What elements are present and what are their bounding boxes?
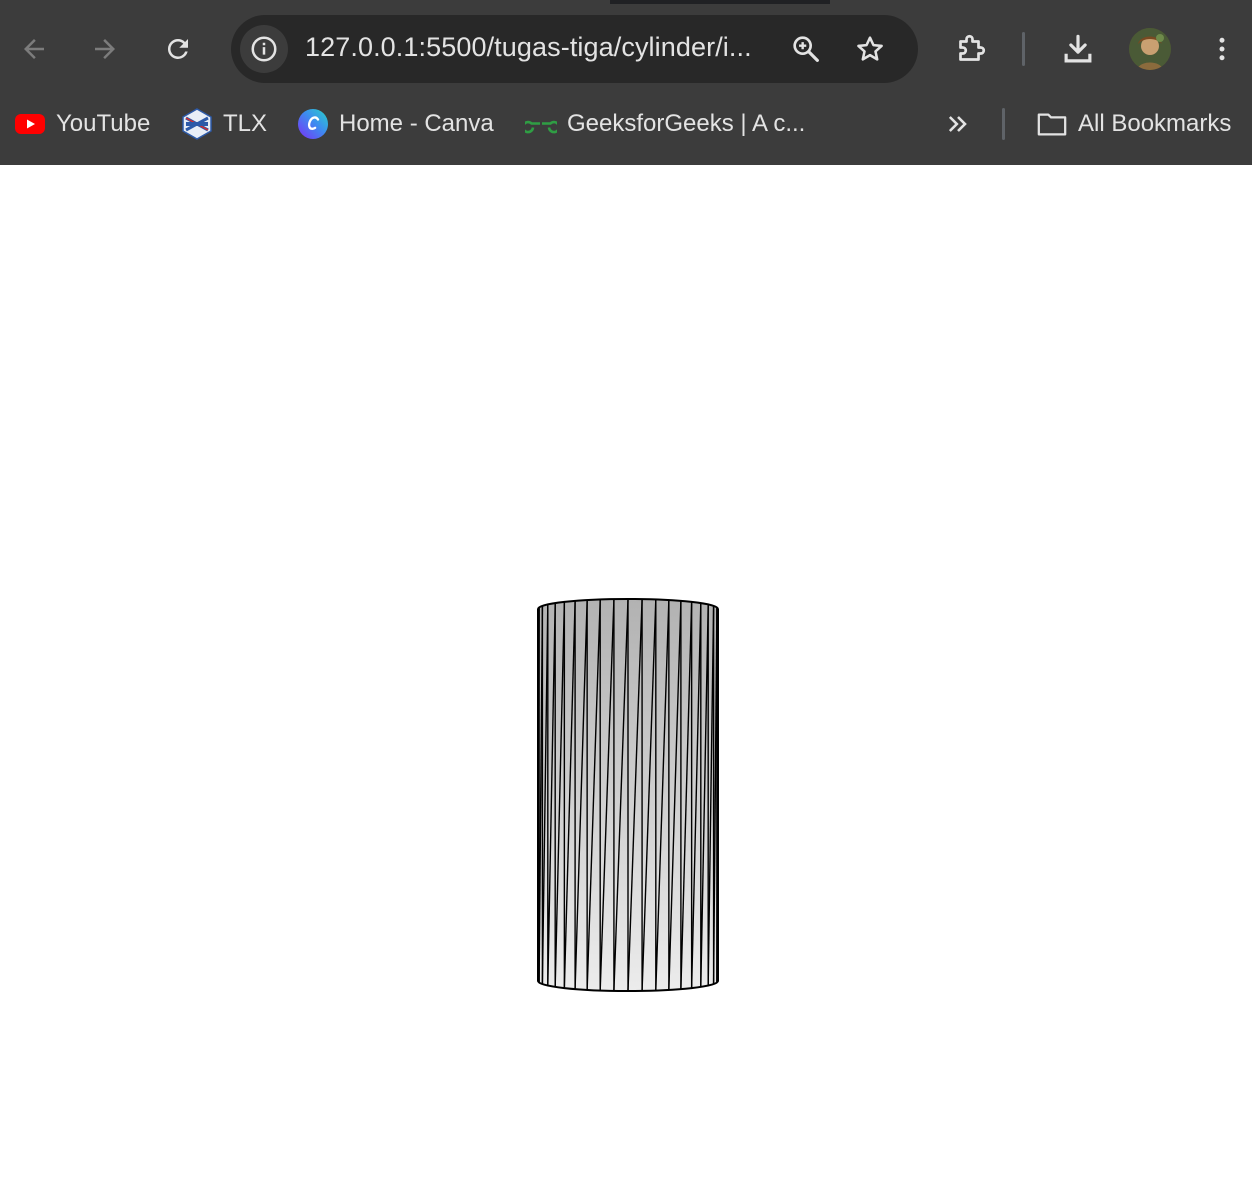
bookmark-label: GeeksforGeeks | A c...: [567, 110, 806, 137]
browser-chrome: 127.0.0.1:5500/tugas-tiga/cylinder/i...: [0, 0, 1252, 165]
url-path: :5500/tugas-tiga/cylinder/i...: [418, 32, 752, 62]
cylinder-canvas[interactable]: [0, 165, 1252, 1197]
address-bar[interactable]: 127.0.0.1:5500/tugas-tiga/cylinder/i...: [231, 15, 918, 83]
active-tab-bottom: [0, 0, 610, 4]
bookmark-label: TLX: [223, 110, 268, 137]
bookmark-geeksforgeeks[interactable]: GeeksforGeeks | A c...: [525, 104, 805, 144]
back-button[interactable]: [12, 27, 56, 71]
page-viewport: [0, 165, 1252, 1197]
url-host: 127.0.0.1: [305, 32, 419, 62]
forward-button[interactable]: [83, 27, 127, 71]
site-info-button[interactable]: [240, 25, 288, 73]
downloads-button[interactable]: [1056, 27, 1100, 71]
cylinder-edges: [537, 598, 719, 992]
canva-icon: [297, 108, 329, 140]
extensions-button[interactable]: [949, 27, 993, 71]
bookmark-label: Home - Canva: [339, 110, 494, 137]
all-bookmarks-label: All Bookmarks: [1078, 110, 1232, 137]
tab-strip-gap: [830, 0, 1252, 4]
folder-icon: [1036, 108, 1068, 140]
cylinder-mesh: [537, 598, 719, 992]
url-text[interactable]: 127.0.0.1:5500/tugas-tiga/cylinder/i...: [305, 32, 752, 63]
geeksforgeeks-icon: [525, 108, 557, 140]
zoom-in-icon: [793, 36, 819, 62]
zoom-button[interactable]: [787, 30, 825, 68]
bookmarks-overflow-button[interactable]: [940, 106, 976, 142]
menu-button[interactable]: [1200, 27, 1244, 71]
bookmark-label: YouTube: [56, 110, 151, 137]
info-icon: [251, 36, 277, 62]
bookmarks-bar: YouTube TLX Home - Canva GeeksforGeeks |…: [0, 96, 1252, 152]
tab-strip-edge: [0, 0, 1252, 4]
profile-avatar[interactable]: [1129, 28, 1171, 70]
avatar-image: [1129, 28, 1171, 70]
star-icon: [857, 36, 883, 61]
chevrons-right-icon: [948, 116, 967, 132]
bookmark-youtube[interactable]: YouTube: [14, 104, 150, 144]
bookmark-tlx[interactable]: TLX: [181, 104, 267, 144]
youtube-icon: [14, 108, 46, 140]
all-bookmarks-folder[interactable]: All Bookmarks: [1036, 104, 1231, 144]
toolbar-separator: [1022, 32, 1025, 66]
kebab-menu-icon: [1219, 37, 1225, 61]
arrow-right-icon: [95, 39, 115, 59]
tlx-icon: [181, 108, 213, 140]
bookmarks-separator: [1002, 108, 1005, 140]
bookmark-star-button[interactable]: [851, 30, 889, 68]
reload-icon: [167, 38, 188, 59]
puzzle-icon: [959, 34, 986, 61]
bookmark-canva[interactable]: Home - Canva: [297, 104, 494, 144]
reload-button[interactable]: [156, 27, 200, 71]
arrow-left-icon: [24, 39, 44, 59]
download-icon: [1064, 34, 1092, 63]
